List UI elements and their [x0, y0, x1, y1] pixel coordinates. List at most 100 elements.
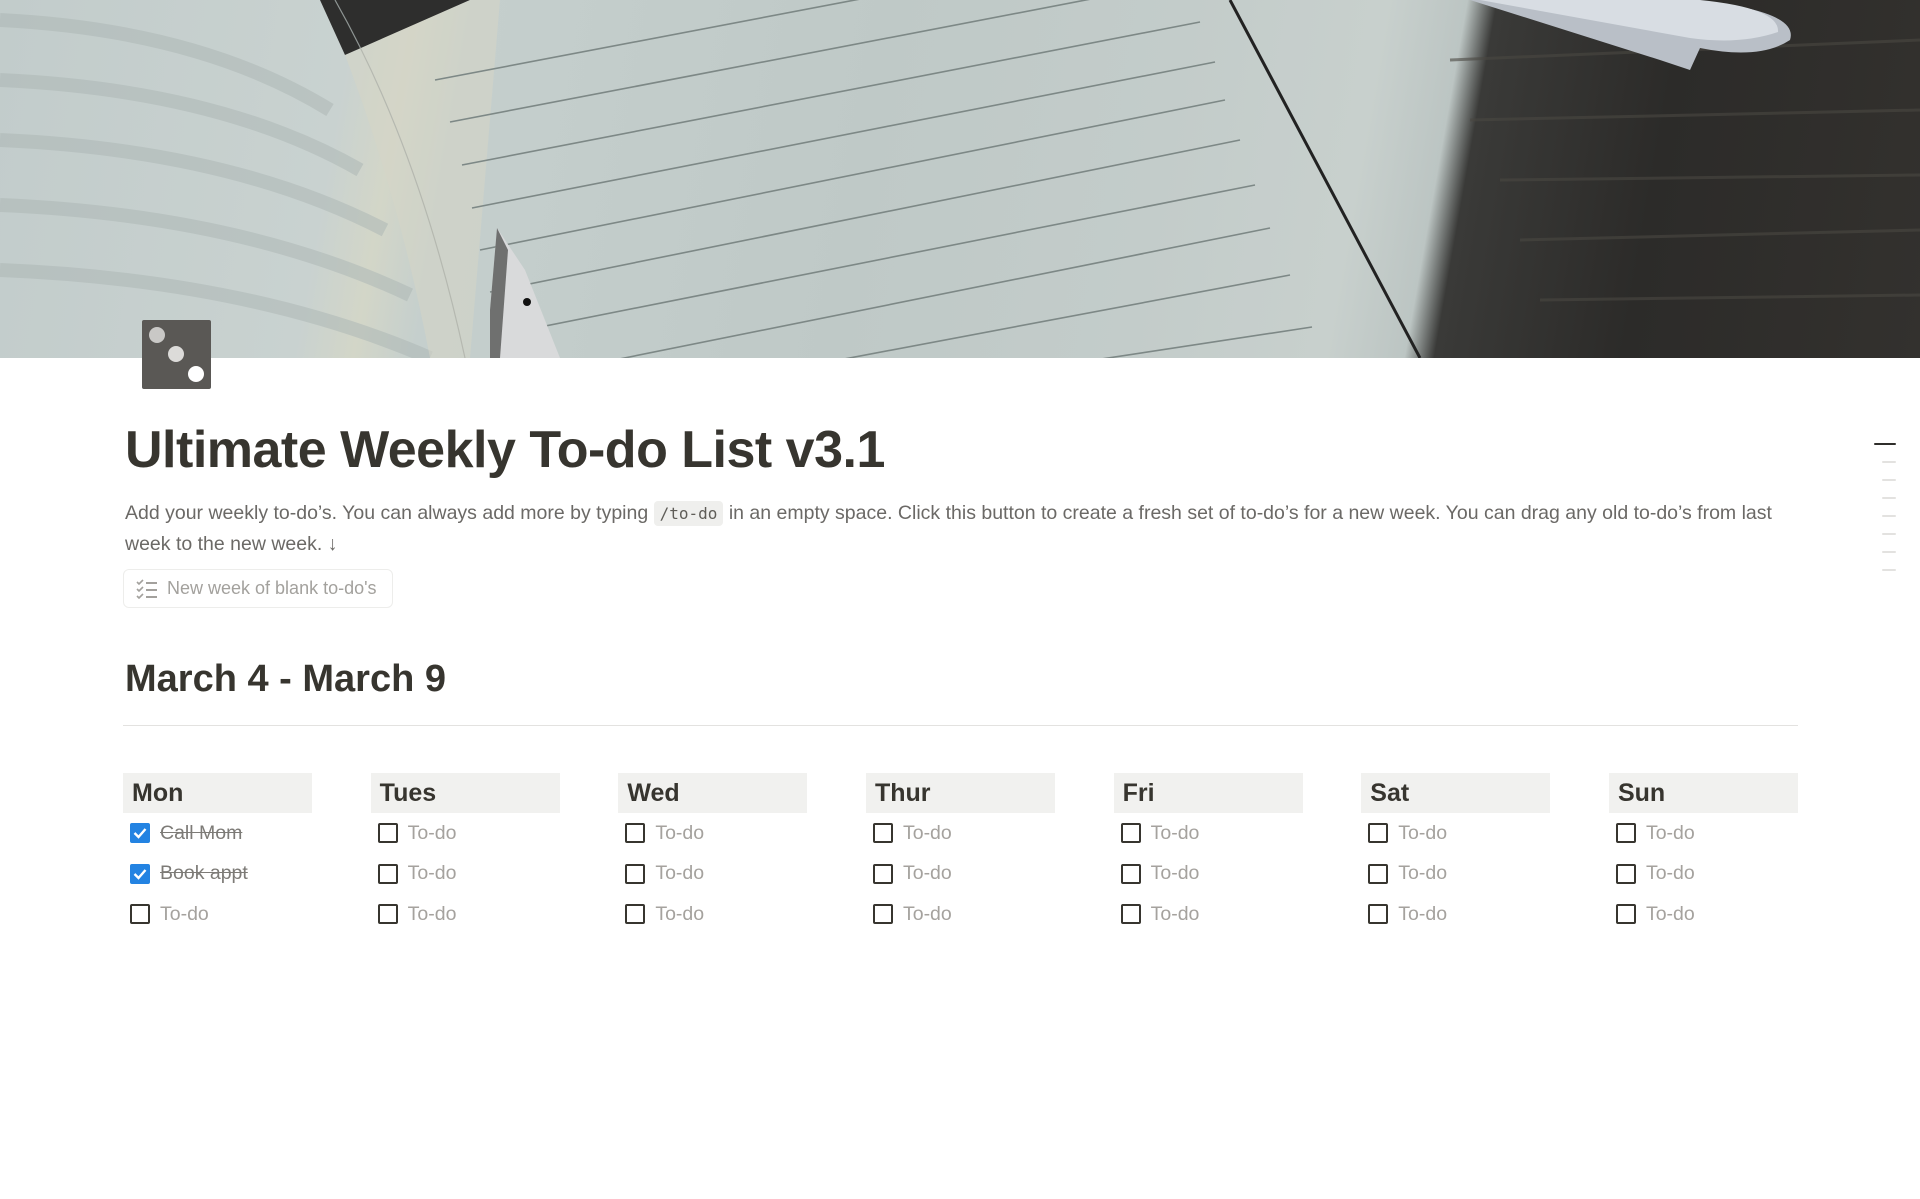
day-header[interactable]: Wed: [618, 773, 808, 813]
todo-text[interactable]: To-do: [655, 822, 704, 845]
todo-item[interactable]: To-do: [1114, 854, 1303, 895]
todo-text[interactable]: To-do: [1151, 862, 1200, 885]
toc-entry-line[interactable]: [1874, 443, 1896, 445]
checkmark-icon: [133, 868, 147, 880]
todo-item[interactable]: Call Mom: [123, 813, 312, 854]
day-header[interactable]: Mon: [123, 773, 312, 813]
todo-text[interactable]: To-do: [1646, 822, 1695, 845]
todo-text[interactable]: To-do: [1398, 862, 1447, 885]
page-title[interactable]: Ultimate Weekly To-do List v3.1: [125, 420, 885, 480]
todo-text[interactable]: To-do: [903, 903, 952, 926]
checkbox[interactable]: [130, 904, 150, 925]
checkbox[interactable]: [1368, 823, 1389, 844]
todo-item[interactable]: To-do: [1361, 894, 1550, 935]
todo-item[interactable]: To-do: [866, 813, 1055, 854]
checkbox[interactable]: [1615, 904, 1636, 925]
todo-text[interactable]: To-do: [655, 862, 704, 885]
checkbox[interactable]: [1615, 823, 1636, 844]
todo-item[interactable]: To-do: [1609, 854, 1798, 895]
todo-item[interactable]: To-do: [1114, 894, 1303, 935]
checkbox[interactable]: [625, 904, 646, 925]
day-column-mon: Mon Call Mom Book appt To-do: [123, 773, 312, 935]
todo-text[interactable]: To-do: [1398, 903, 1447, 926]
page-cover[interactable]: [0, 0, 1920, 358]
day-column-wed: Wed To-do To-do To-do: [618, 773, 808, 935]
checkbox[interactable]: [1120, 904, 1141, 925]
todo-text[interactable]: To-do: [1646, 862, 1695, 885]
todo-text[interactable]: To-do: [1151, 822, 1200, 845]
checkbox[interactable]: [1368, 863, 1389, 884]
dice-dot-icon: [149, 327, 165, 343]
inline-code: /to-do: [653, 501, 724, 526]
todo-item[interactable]: To-do: [1114, 813, 1303, 854]
checkbox-checked[interactable]: [130, 863, 150, 884]
day-column-sun: Sun To-do To-do To-do: [1608, 773, 1798, 935]
todo-text[interactable]: To-do: [903, 822, 952, 845]
day-header[interactable]: Thur: [865, 773, 1055, 813]
checkbox[interactable]: [872, 904, 893, 925]
checkbox[interactable]: [377, 823, 398, 844]
page-icon[interactable]: [142, 320, 211, 389]
checkbox[interactable]: [1120, 863, 1141, 884]
page-description[interactable]: Add your weekly to-do’s. You can always …: [125, 498, 1805, 560]
checkbox[interactable]: [625, 823, 646, 844]
todo-item[interactable]: To-do: [618, 813, 807, 854]
day-header[interactable]: Fri: [1113, 773, 1303, 813]
cover-image: [0, 0, 1920, 358]
todo-item[interactable]: To-do: [866, 894, 1055, 935]
checkbox[interactable]: [377, 863, 398, 884]
todo-item[interactable]: To-do: [371, 813, 560, 854]
todo-item[interactable]: To-do: [371, 894, 560, 935]
checkbox[interactable]: [872, 823, 893, 844]
todo-item[interactable]: To-do: [866, 854, 1055, 895]
dice-dot-icon: [168, 346, 184, 362]
toc-entry-line[interactable]: [1882, 533, 1896, 535]
checkbox[interactable]: [625, 863, 646, 884]
new-week-button[interactable]: New week of blank to-do's: [123, 569, 393, 608]
todo-text[interactable]: To-do: [903, 862, 952, 885]
todo-text[interactable]: To-do: [1398, 822, 1447, 845]
todo-text[interactable]: To-do: [655, 903, 704, 926]
todo-item[interactable]: To-do: [123, 894, 312, 935]
checkbox[interactable]: [1615, 863, 1636, 884]
checkbox-checked[interactable]: [130, 823, 150, 844]
week-heading[interactable]: March 4 - March 9: [125, 658, 446, 701]
todo-item[interactable]: To-do: [1361, 813, 1550, 854]
new-week-button-label: New week of blank to-do's: [167, 578, 377, 598]
toc-entry-line[interactable]: [1882, 569, 1896, 571]
todo-item[interactable]: To-do: [618, 894, 807, 935]
todo-text[interactable]: To-do: [408, 862, 457, 885]
toc-entry-line[interactable]: [1882, 479, 1896, 481]
divider: [123, 725, 1798, 726]
todo-item[interactable]: To-do: [1361, 854, 1550, 895]
todo-item[interactable]: To-do: [1609, 813, 1798, 854]
checkbox[interactable]: [872, 863, 893, 884]
todo-text[interactable]: To-do: [408, 903, 457, 926]
week-columns: Mon Call Mom Book appt To-do Tues To-do …: [123, 773, 1798, 935]
todo-text[interactable]: To-do: [160, 903, 209, 926]
day-column-tues: Tues To-do To-do To-do: [370, 773, 560, 935]
day-column-fri: Fri To-do To-do To-do: [1113, 773, 1303, 935]
todo-item[interactable]: To-do: [371, 854, 560, 895]
todo-text[interactable]: Call Mom: [160, 822, 242, 845]
todo-item[interactable]: Book appt: [123, 854, 312, 895]
todo-text[interactable]: To-do: [408, 822, 457, 845]
todo-text[interactable]: Book appt: [160, 862, 248, 885]
dice-dot-icon: [188, 366, 204, 382]
day-header[interactable]: Sat: [1361, 773, 1551, 813]
toc-entry-line[interactable]: [1882, 497, 1896, 499]
toc-entry-line[interactable]: [1882, 515, 1896, 517]
toc-entry-line[interactable]: [1882, 461, 1896, 463]
todo-item[interactable]: To-do: [1609, 894, 1798, 935]
checkbox[interactable]: [377, 904, 398, 925]
table-of-contents-minimap[interactable]: [1874, 443, 1896, 587]
checkbox[interactable]: [1120, 823, 1141, 844]
toc-entry-line[interactable]: [1882, 551, 1896, 553]
todo-item[interactable]: To-do: [618, 854, 807, 895]
day-header[interactable]: Tues: [370, 773, 560, 813]
checkbox[interactable]: [1368, 904, 1389, 925]
todo-text[interactable]: To-do: [1151, 903, 1200, 926]
todo-text[interactable]: To-do: [1646, 903, 1695, 926]
day-column-sat: Sat To-do To-do To-do: [1361, 773, 1551, 935]
day-header[interactable]: Sun: [1608, 773, 1798, 813]
